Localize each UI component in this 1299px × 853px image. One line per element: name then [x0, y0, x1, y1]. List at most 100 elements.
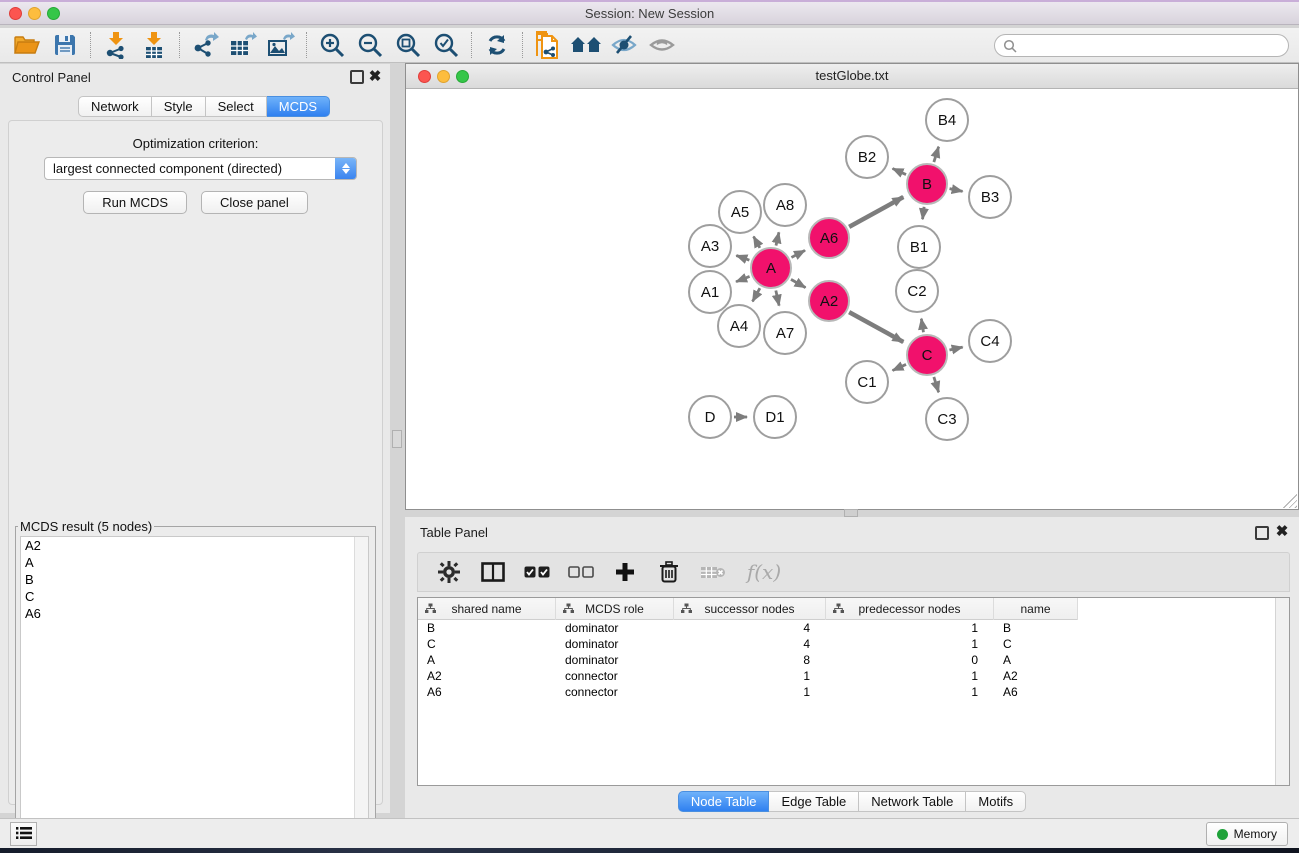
- graph-node-B3[interactable]: B3: [969, 176, 1011, 218]
- graph-edge-A-A6[interactable]: [791, 250, 805, 257]
- table-row[interactable]: A2connector11A2: [418, 668, 1275, 684]
- show-panel-list-button[interactable]: [10, 822, 37, 846]
- zoom-fit-button[interactable]: [389, 30, 427, 60]
- float-panel-icon[interactable]: [350, 70, 364, 84]
- table-cell[interactable]: connector: [556, 684, 674, 700]
- table-cell[interactable]: B: [994, 620, 1078, 636]
- graph-edge-B-B2[interactable]: [893, 168, 906, 174]
- node-table[interactable]: shared nameMCDS rolesuccessor nodesprede…: [417, 597, 1290, 786]
- window-resize-grip[interactable]: [1283, 494, 1297, 508]
- graph-edge-A2-C[interactable]: [849, 312, 903, 342]
- open-session-button[interactable]: [8, 30, 46, 60]
- vertical-splitter-handle[interactable]: [392, 430, 402, 448]
- graph-node-C4[interactable]: C4: [969, 320, 1011, 362]
- table-cell[interactable]: 1: [826, 684, 994, 700]
- table-cell[interactable]: A6: [994, 684, 1078, 700]
- table-cell[interactable]: connector: [556, 668, 674, 684]
- column-header-shared-name[interactable]: shared name: [418, 598, 556, 620]
- graph-node-A4[interactable]: A4: [718, 305, 760, 347]
- graph-edge-A-A1[interactable]: [736, 276, 750, 281]
- graph-node-A5[interactable]: A5: [719, 191, 761, 233]
- export-network-button[interactable]: [186, 30, 224, 60]
- graph-edge-A-A2[interactable]: [791, 279, 806, 287]
- table-cell[interactable]: 1: [826, 636, 994, 652]
- graph-edge-C-C3[interactable]: [934, 377, 939, 392]
- table-cell[interactable]: A: [418, 652, 556, 668]
- tab-motifs[interactable]: Motifs: [966, 791, 1026, 812]
- table-cell[interactable]: 1: [826, 620, 994, 636]
- graph-edge-C-C4[interactable]: [949, 347, 962, 350]
- graph-edge-B-B4[interactable]: [934, 147, 939, 162]
- result-list-scrollbar[interactable]: [354, 537, 368, 853]
- graph-node-A7[interactable]: A7: [764, 312, 806, 354]
- graph-node-C3[interactable]: C3: [926, 398, 968, 440]
- show-hidden-button[interactable]: [643, 30, 681, 60]
- graph-edge-A-A4[interactable]: [753, 288, 760, 301]
- import-table-button[interactable]: [135, 30, 173, 60]
- graph-node-A6[interactable]: A6: [809, 218, 849, 258]
- float-panel-icon[interactable]: [1255, 526, 1269, 540]
- table-cell[interactable]: A: [994, 652, 1078, 668]
- run-mcds-button[interactable]: Run MCDS: [83, 191, 187, 214]
- column-header-successor-nodes[interactable]: successor nodes: [674, 598, 826, 620]
- graph-edge-B-B3[interactable]: [950, 189, 963, 192]
- tab-mcds[interactable]: MCDS: [267, 96, 330, 117]
- graph-node-D[interactable]: D: [689, 396, 731, 438]
- table-row[interactable]: Adominator80A: [418, 652, 1275, 668]
- table-cell[interactable]: C: [418, 636, 556, 652]
- graph-node-C1[interactable]: C1: [846, 361, 888, 403]
- graph-node-A1[interactable]: A1: [689, 271, 731, 313]
- select-all-columns-button[interactable]: [522, 557, 552, 587]
- table-cell[interactable]: 4: [674, 620, 826, 636]
- memory-button[interactable]: Memory: [1206, 822, 1288, 846]
- graph-node-A3[interactable]: A3: [689, 225, 731, 267]
- table-cell[interactable]: dominator: [556, 620, 674, 636]
- graph-edge-A-A7[interactable]: [776, 290, 779, 305]
- save-session-button[interactable]: [46, 30, 84, 60]
- table-cell[interactable]: B: [418, 620, 556, 636]
- graph-node-C[interactable]: C: [907, 335, 947, 375]
- tab-network[interactable]: Network: [78, 96, 152, 117]
- table-scrollbar[interactable]: [1275, 598, 1289, 785]
- result-list-item[interactable]: A: [21, 554, 368, 571]
- table-row[interactable]: Bdominator41B: [418, 620, 1275, 636]
- table-cell[interactable]: dominator: [556, 636, 674, 652]
- result-list-item[interactable]: C: [21, 588, 368, 605]
- graph-node-C2[interactable]: C2: [896, 270, 938, 312]
- graph-node-B4[interactable]: B4: [926, 99, 968, 141]
- table-cell[interactable]: A6: [418, 684, 556, 700]
- criterion-dropdown[interactable]: largest connected component (directed): [44, 157, 357, 180]
- table-cell[interactable]: A2: [994, 668, 1078, 684]
- tab-network-table[interactable]: Network Table: [859, 791, 966, 812]
- tab-node-table[interactable]: Node Table: [678, 791, 770, 812]
- graph-node-D1[interactable]: D1: [754, 396, 796, 438]
- graph-node-A2[interactable]: A2: [809, 281, 849, 321]
- hide-selected-button[interactable]: [605, 30, 643, 60]
- delete-table-button[interactable]: [698, 557, 728, 587]
- column-header-predecessor-nodes[interactable]: predecessor nodes: [826, 598, 994, 620]
- function-builder-button[interactable]: f(x): [742, 557, 786, 587]
- tab-select[interactable]: Select: [206, 96, 267, 117]
- table-cell[interactable]: 0: [826, 652, 994, 668]
- refresh-view-button[interactable]: [478, 30, 516, 60]
- export-table-button[interactable]: [224, 30, 262, 60]
- graph-edge-A-A5[interactable]: [754, 236, 760, 247]
- network-canvas[interactable]: B4B2BB3B1A5A8A3A6AA1C2A4A7A2CC4C1C3DD1: [406, 89, 1298, 509]
- table-cell[interactable]: 1: [674, 668, 826, 684]
- table-cell[interactable]: A2: [418, 668, 556, 684]
- table-row[interactable]: Cdominator41C: [418, 636, 1275, 652]
- result-list-item[interactable]: B: [21, 571, 368, 588]
- mcds-result-list[interactable]: A2ABCA6: [20, 536, 369, 853]
- column-header-MCDS-role[interactable]: MCDS role: [556, 598, 674, 620]
- graph-edge-A-A3[interactable]: [736, 255, 749, 260]
- search-box[interactable]: [994, 34, 1289, 57]
- table-cell[interactable]: 1: [674, 684, 826, 700]
- close-panel-icon[interactable]: ✖: [1275, 525, 1289, 539]
- graph-node-B[interactable]: B: [907, 164, 947, 204]
- import-network-button[interactable]: [97, 30, 135, 60]
- horizontal-splitter-handle[interactable]: [844, 509, 858, 517]
- graph-edge-C-C2[interactable]: [921, 319, 923, 333]
- result-list-item[interactable]: A2: [21, 537, 368, 554]
- graph-node-B1[interactable]: B1: [898, 226, 940, 268]
- result-list-item[interactable]: A6: [21, 605, 368, 622]
